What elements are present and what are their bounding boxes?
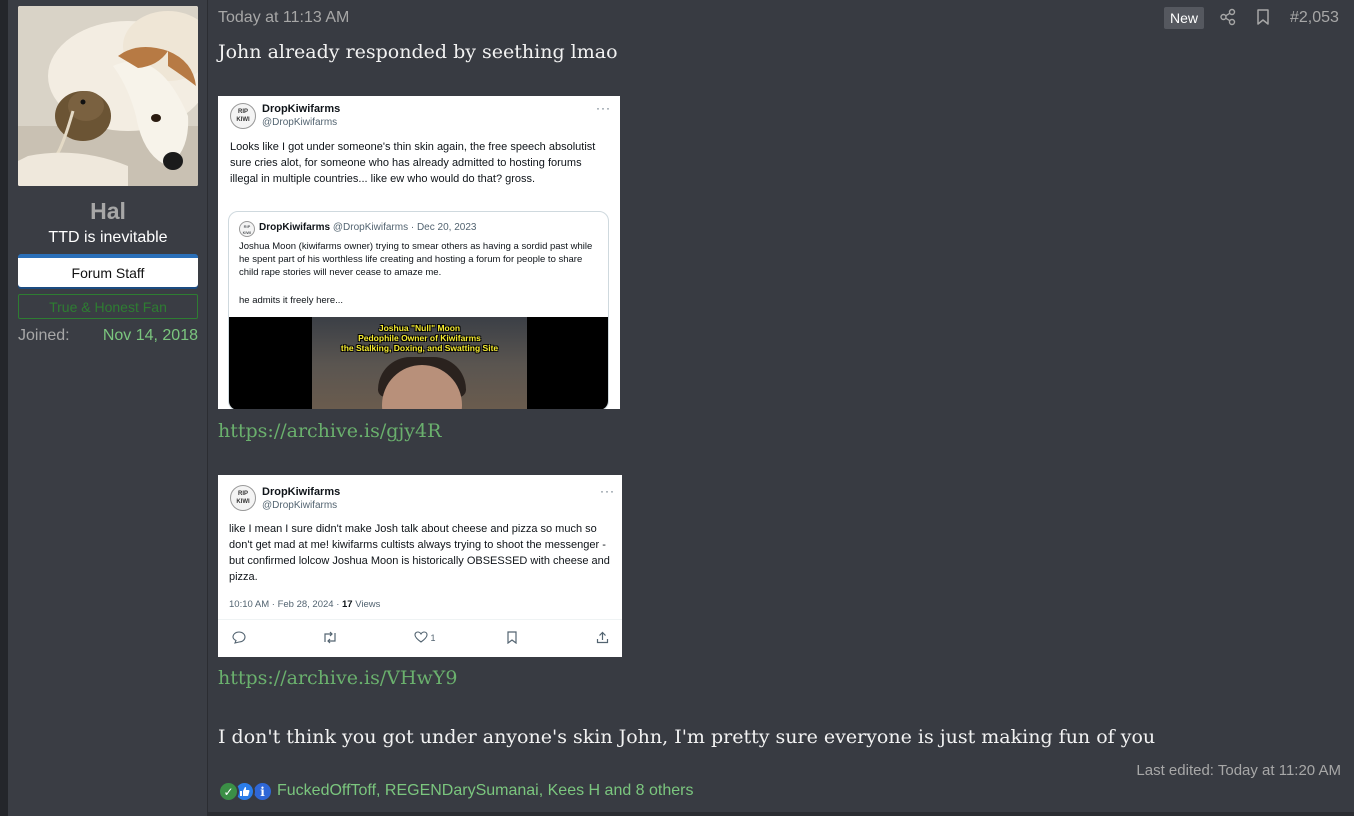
tweet-avatar: RIP KIWI <box>230 103 256 129</box>
tweet-views-count: 17 <box>342 599 353 610</box>
user-title: TTD is inevitable <box>48 229 168 246</box>
retweet-icon <box>322 631 338 647</box>
post-bottom-border <box>208 812 1354 816</box>
share-icon[interactable] <box>1219 8 1237 26</box>
left-gutter <box>0 0 8 816</box>
video-caption-line: the Stalking, Doxing, and Swatting Site <box>340 343 499 353</box>
video-caption-line: Pedophile Owner of Kiwifarms <box>358 333 481 343</box>
quoted-tweet: RIP KIWI DropKiwifarms @DropKiwifarms · … <box>228 211 609 409</box>
quoted-tweet-header: DropKiwifarms @DropKiwifarms · Dec 20, 2… <box>259 222 476 233</box>
more-options-icon: ··· <box>600 484 615 498</box>
reaction-users-list[interactable]: FuckedOffToff, REGENDarySumanai, Kees H … <box>277 782 694 800</box>
username[interactable]: Hal <box>18 198 198 225</box>
tweet-text: Looks like I got under someone's thin sk… <box>230 141 596 185</box>
info-icon: i <box>252 781 273 802</box>
video-caption-line: Joshua "Null" Moon <box>378 323 461 333</box>
reply-icon <box>232 631 246 647</box>
post-text-line: John already responded by seething lmao <box>218 41 618 63</box>
quoted-tweet-avatar: RIP KIWI <box>239 221 255 237</box>
tweet-views-label: Views <box>352 599 381 610</box>
archive-link-1[interactable]: https://archive.is/gjy4R <box>218 420 441 442</box>
post-text-line: I don't think you got under anyone's ski… <box>218 726 1156 748</box>
tweet-screenshot-2[interactable]: RIP KIWI DropKiwifarms @DropKiwifarms ··… <box>218 475 622 657</box>
check-icon: ✓ <box>218 781 239 802</box>
tweet-author-handle: @DropKiwifarms <box>262 500 338 511</box>
reaction-icons[interactable]: ✓ i <box>218 781 274 803</box>
quoted-tweet-meta: @DropKiwifarms · Dec 20, 2023 <box>332 222 477 233</box>
dog-and-kiwi-avatar-icon <box>18 6 198 186</box>
tweet-bookmark-icon <box>506 631 518 647</box>
true-honest-fan-banner: True & Honest Fan <box>18 294 198 319</box>
quoted-tweet-author: DropKiwifarms <box>259 222 331 233</box>
tweet-avatar: RIP KIWI <box>230 485 256 511</box>
quoted-tweet-text-2: he admits it freely here... <box>239 295 344 306</box>
tweet-text: like I mean I sure didn't make Josh talk… <box>229 523 610 583</box>
tweet-author-name: DropKiwifarms <box>262 486 341 498</box>
like-count: 1 <box>430 633 436 643</box>
tweet-divider <box>218 619 622 620</box>
tweet-screenshot-1[interactable]: RIP KIWI DropKiwifarms @DropKiwifarms ··… <box>218 96 620 409</box>
post-timestamp[interactable]: Today at 11:13 AM <box>218 9 349 27</box>
quoted-video: Joshua "Null" Moon Pedophile Owner of Ki… <box>229 317 608 409</box>
upload-icon <box>596 631 609 647</box>
quoted-tweet-text: Joshua Moon (kiwifarms owner) trying to … <box>239 241 593 278</box>
heart-icon <box>414 631 428 643</box>
tweet-author-handle: @DropKiwifarms <box>262 117 338 128</box>
joined-date: Nov 14, 2018 <box>102 327 198 344</box>
like-button: 1 <box>414 631 436 645</box>
video-frame: Joshua "Null" Moon Pedophile Owner of Ki… <box>312 317 527 409</box>
video-caption: Joshua "Null" Moon Pedophile Owner of Ki… <box>312 323 527 353</box>
tweet-meta: 10:10 AM · Feb 28, 2024 · 17 Views <box>229 599 380 610</box>
user-avatar[interactable] <box>18 6 198 186</box>
bookmark-icon[interactable] <box>1254 8 1272 26</box>
last-edited[interactable]: Last edited: Today at 11:20 AM <box>1136 762 1341 779</box>
archive-link-2[interactable]: https://archive.is/VHwY9 <box>218 667 457 689</box>
forum-staff-banner: Forum Staff <box>18 254 198 287</box>
joined-label: Joined: <box>18 327 70 344</box>
new-badge: New <box>1164 7 1204 29</box>
tweet-author-name: DropKiwifarms <box>262 103 341 115</box>
more-options-icon: ··· <box>596 101 611 115</box>
post-number-link[interactable]: #2,053 <box>1290 9 1339 27</box>
tweet-timestamp: 10:10 AM · Feb 28, 2024 · <box>229 599 343 610</box>
